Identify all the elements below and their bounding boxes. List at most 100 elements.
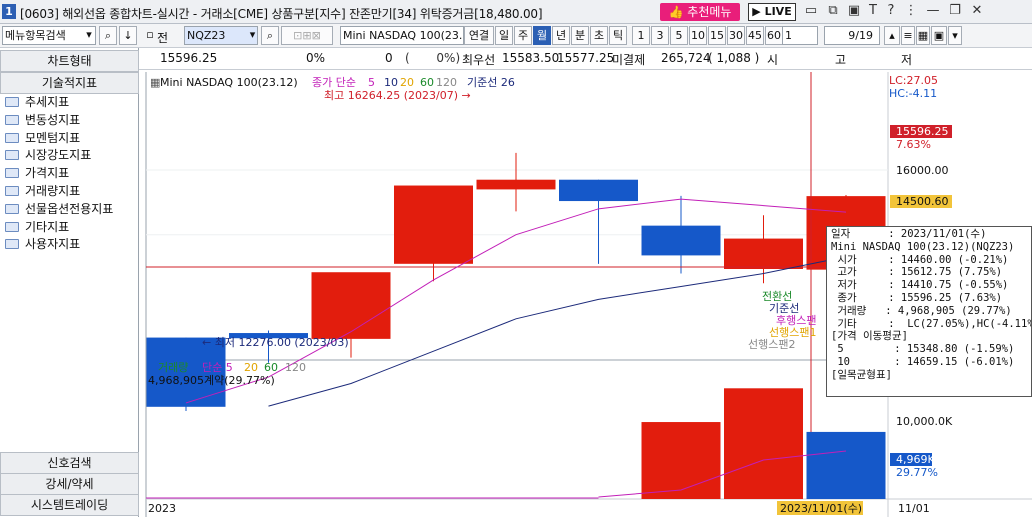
quote-bar: 15596.25 0% 0 ( 0%) 최우선 15583.50 15577.2… — [0, 48, 1032, 70]
interval-button-3[interactable]: 3 — [651, 26, 669, 45]
compare-icons[interactable]: ⊡⊞⊠ — [281, 26, 333, 45]
interval-button-5[interactable]: 5 — [670, 26, 688, 45]
close-icon[interactable]: ✕ — [970, 4, 984, 18]
indicator-category-label: 시장강도지표 — [25, 148, 92, 163]
price-tick-0: 16000.00 — [896, 164, 949, 177]
symbol-name-field: Mini NASDAQ 100(23.1 — [340, 26, 464, 45]
info-line-8: [가격 이동평균] — [831, 330, 908, 343]
best-bid-label: 최우선 — [462, 53, 496, 67]
recommend-menu-button[interactable]: 👍 추천메뉴 — [660, 3, 740, 21]
x-axis-left-label: 2023 — [148, 502, 176, 515]
indicator-category-0[interactable]: 추세지표 — [5, 94, 69, 111]
search-icon[interactable]: ⌕ — [99, 26, 117, 45]
restore-icon[interactable]: ❐ — [948, 4, 962, 18]
period-tab-1[interactable]: 주 — [514, 26, 532, 45]
more-icon[interactable]: ▾ — [948, 26, 962, 45]
period-tab-2[interactable]: 월 — [533, 26, 551, 45]
volume-tick: 10,000.0K — [896, 415, 953, 428]
live-label: LIVE — [764, 5, 792, 18]
interval-button-10[interactable]: 10 — [689, 26, 707, 45]
indicator-category-label: 기타지표 — [25, 219, 70, 234]
folder-icon — [5, 150, 19, 161]
indicator-category-1[interactable]: 변동성지표 — [5, 112, 80, 129]
lock-icon[interactable]: ▫ — [144, 26, 156, 45]
period-tab-3[interactable]: 년 — [552, 26, 570, 45]
title-bar: 1 [0603] 해외선옵 종합차트-실시간 - 거래소[CME] 상품구분[지… — [0, 0, 1032, 24]
high-price-label: 최고 16264.25 (2023/07) → — [324, 89, 471, 102]
period-tab-0[interactable]: 일 — [495, 26, 513, 45]
interval-button-1[interactable]: 1 — [632, 26, 650, 45]
folder-icon — [5, 114, 19, 125]
system-trading-button[interactable]: 시스템트레이딩 — [0, 494, 139, 516]
volume-legend-ma20: 20 — [244, 361, 258, 374]
chart-title: Mini NASDAQ 100(23.12) — [160, 76, 298, 89]
settings-icon[interactable]: ⋮ — [904, 4, 918, 18]
info-line-2: 시가 : 14460.00 (-0.21%) — [831, 253, 1009, 266]
toolbar: 메뉴항목검색 ▾ ⌕ ↓ ▫ 전 NQZ23 ▾ ⌕ ⊡⊞⊠ Mini NASD… — [0, 24, 1032, 48]
interval-button-30[interactable]: 30 — [727, 26, 745, 45]
volume-bar-6 — [641, 422, 721, 499]
indicator-category-label: 추세지표 — [25, 95, 70, 109]
candle-7 — [724, 238, 803, 269]
interval-button-15[interactable]: 15 — [708, 26, 726, 45]
volume-value: 0 — [385, 51, 393, 65]
window-list-icon[interactable]: ▭ — [804, 4, 818, 18]
legend-ma-120: 120 — [436, 76, 457, 89]
info-line-3: 고가 : 15612.75 (7.75%) — [831, 266, 1003, 279]
info-line-10: 10 : 14659.15 (-6.01%) — [831, 355, 1015, 368]
indicator-category-7[interactable]: 기타지표 — [5, 219, 69, 236]
chart-type-button[interactable]: 차트형태 — [0, 50, 139, 72]
window-number-badge: 1 — [2, 4, 16, 19]
ichimoku-label-4: 선행스팬2 — [748, 338, 795, 351]
search-code-icon[interactable]: ⌕ — [261, 26, 279, 45]
indicator-category-3[interactable]: 시장강도지표 — [5, 147, 91, 164]
candle-4 — [476, 179, 556, 190]
link-icon[interactable]: ▣ — [847, 4, 861, 18]
indicator-category-label: 거래량지표 — [25, 184, 81, 198]
minimize-icon[interactable]: — — [926, 4, 940, 18]
legend-ma-20: 20 — [400, 76, 414, 89]
period-tab-4[interactable]: 분 — [571, 26, 589, 45]
volume-pct-tag: 29.77% — [896, 466, 938, 479]
download-icon[interactable]: ↓ — [119, 26, 137, 45]
signal-search-button[interactable]: 신호검색 — [0, 452, 139, 474]
copy-window-icon[interactable]: ⧉ — [826, 4, 840, 18]
folder-icon — [5, 97, 19, 107]
indicator-category-2[interactable]: 모멘텀지표 — [5, 130, 80, 147]
live-button[interactable]: ▶ LIVE — [748, 3, 796, 21]
count-select[interactable]: 1 — [782, 26, 818, 45]
indicator-category-5[interactable]: 거래량지표 — [5, 183, 80, 200]
indicator-category-label: 사용자지표 — [25, 237, 81, 252]
ask-price: 15577.25 — [557, 51, 615, 65]
save-icon[interactable]: ▣ — [931, 26, 947, 45]
folder-icon — [5, 168, 19, 179]
folder-icon — [5, 239, 19, 250]
candle-3 — [394, 185, 473, 264]
info-line-7: 기타 : LC(27.05%),HC(-4.11%) — [831, 317, 1032, 330]
interval-button-45[interactable]: 45 — [746, 26, 764, 45]
menu-icon[interactable]: ≡ — [901, 26, 915, 45]
info-line-0: 일자 : 2023/11/01(수) — [831, 228, 987, 240]
period-tab-6[interactable]: 틱 — [609, 26, 627, 45]
indicator-category-4[interactable]: 가격지표 — [5, 165, 69, 182]
link-button[interactable]: 연결 — [464, 26, 494, 45]
indicator-category-8[interactable]: 사용자지표 — [5, 236, 80, 253]
bid-price: 15583.50 — [502, 51, 560, 65]
volume-last-tag: 4,969K — [896, 453, 935, 466]
page-field[interactable]: 9/19 — [824, 26, 880, 45]
interval-button-60[interactable]: 60 — [765, 26, 783, 45]
page-up-icon[interactable]: ▴ — [884, 26, 900, 45]
code-dropdown-icon[interactable]: ▾ — [247, 26, 258, 45]
chevron-down-icon[interactable]: ▾ — [82, 26, 96, 45]
legend-ma-10: 10 — [384, 76, 398, 89]
help-icon[interactable]: ? — [884, 4, 898, 18]
grid-icon[interactable]: ▦ — [916, 26, 930, 45]
bull-bear-button[interactable]: 강세/약세 — [0, 473, 139, 495]
volume-legend-ma60: 60 — [264, 361, 278, 374]
info-line-5: 종가 : 15596.25 (7.63%) — [831, 291, 1003, 304]
period-tab-5[interactable]: 초 — [590, 26, 608, 45]
font-icon[interactable]: T — [866, 4, 880, 18]
candle-5 — [559, 179, 638, 202]
technical-indicators-header[interactable]: 기술적지표 — [0, 72, 139, 94]
indicator-category-6[interactable]: 선물옵션전용지표 — [5, 201, 113, 218]
